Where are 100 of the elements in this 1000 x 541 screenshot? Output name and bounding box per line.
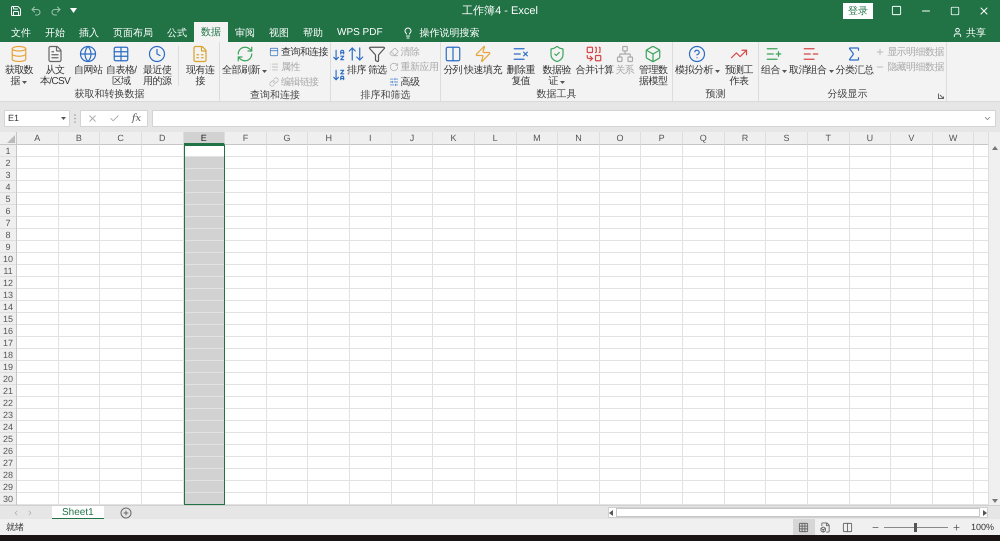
column-header[interactable]: U — [850, 132, 892, 146]
ribbon-button[interactable]: 排序 — [346, 44, 367, 77]
row-header[interactable]: 3 — [0, 169, 16, 182]
row-header[interactable]: 5 — [0, 193, 16, 206]
ribbon-button[interactable]: 最近使用的源 — [139, 44, 176, 88]
column-header[interactable]: Q — [683, 132, 725, 146]
ribbon-tab[interactable]: 帮助 — [296, 24, 330, 42]
formula-input[interactable] — [152, 110, 996, 127]
column-header[interactable]: G — [266, 132, 308, 146]
row-header[interactable]: 22 — [0, 397, 16, 410]
zoom-thumb[interactable] — [914, 522, 918, 532]
column-header[interactable]: E — [184, 132, 226, 146]
ribbon-tab[interactable]: 页面布局 — [106, 24, 160, 42]
column-header[interactable]: T — [808, 132, 850, 146]
column-header[interactable]: P — [641, 132, 683, 146]
ribbon-tab[interactable]: 审阅 — [228, 24, 262, 42]
row-header[interactable]: 13 — [0, 289, 16, 302]
active-cell[interactable] — [184, 145, 224, 156]
ribbon-button[interactable]: 组合 — [760, 44, 788, 77]
customize-caret-icon[interactable] — [70, 8, 77, 14]
row-header[interactable]: 20 — [0, 373, 16, 386]
ribbon-tab[interactable]: 数据 — [194, 22, 228, 42]
view-button[interactable] — [792, 519, 815, 536]
zoom-in-icon[interactable] — [952, 522, 961, 532]
ribbon-tab[interactable]: 开始 — [38, 24, 72, 42]
horizontal-scrollbar[interactable] — [608, 507, 988, 518]
row-header[interactable]: 2 — [0, 157, 16, 170]
ribbon-button[interactable]: 分类汇总 — [834, 44, 874, 77]
ribbon-tab[interactable]: 文件 — [4, 24, 38, 42]
row-header[interactable]: 14 — [0, 301, 16, 314]
row-header[interactable]: 19 — [0, 361, 16, 374]
column-header[interactable]: D — [142, 132, 184, 146]
column-header[interactable]: L — [474, 132, 516, 146]
scroll-up-icon[interactable] — [992, 146, 998, 150]
row-header[interactable]: 25 — [0, 433, 16, 446]
ribbon-button[interactable]: 模拟分析 — [674, 44, 721, 77]
ribbon-button[interactable]: 预测工作表 — [720, 44, 757, 88]
column-header[interactable]: A — [17, 132, 59, 146]
sheet-tab[interactable]: Sheet1 — [52, 506, 104, 520]
ribbon-button[interactable]: 从文本/CSV — [37, 44, 73, 88]
row-header[interactable]: 29 — [0, 481, 16, 494]
ribbon-button[interactable]: 获取数据 — [1, 44, 37, 88]
ribbon-button[interactable]: 快速填充 — [463, 44, 503, 77]
row-header[interactable]: 9 — [0, 241, 16, 254]
row-header[interactable]: 18 — [0, 349, 16, 362]
row-header[interactable]: 6 — [0, 205, 16, 218]
column-header[interactable]: I — [350, 132, 392, 146]
ribbon-button[interactable]: 查询和连接 — [268, 44, 330, 59]
ribbon-tab[interactable]: 视图 — [262, 24, 296, 42]
ribbon-button[interactable]: 删除重复值 — [502, 44, 539, 88]
column-header[interactable]: S — [766, 132, 808, 146]
ribbon-button[interactable]: 管理数据模型 — [635, 44, 672, 88]
row-header[interactable]: 4 — [0, 181, 16, 194]
row-header[interactable]: 27 — [0, 457, 16, 470]
scroll-right-icon[interactable] — [983, 510, 987, 516]
column-header[interactable]: O — [600, 132, 642, 146]
ribbon-button[interactable]: 现有连接 — [182, 44, 218, 88]
close-icon[interactable] — [978, 4, 990, 17]
undo-icon[interactable] — [30, 4, 42, 17]
ribbon-tab[interactable]: WPS PDF — [330, 24, 390, 42]
sign-in-button[interactable]: 登录 — [843, 2, 873, 19]
row-header[interactable]: 8 — [0, 229, 16, 242]
row-header[interactable]: 17 — [0, 337, 16, 350]
column-header[interactable]: R — [724, 132, 766, 146]
row-header[interactable]: 28 — [0, 469, 16, 482]
add-sheet-icon[interactable] — [120, 506, 132, 519]
column-header[interactable]: V — [891, 132, 933, 146]
column-header[interactable]: N — [558, 132, 600, 146]
column-header[interactable]: H — [308, 132, 350, 146]
row-header[interactable]: 26 — [0, 445, 16, 458]
column-header[interactable]: M — [516, 132, 558, 146]
column-header[interactable]: J — [392, 132, 434, 146]
vertical-scrollbar[interactable] — [988, 132, 1000, 506]
row-header[interactable]: 1 — [0, 145, 16, 158]
dialog-launcher-icon[interactable] — [938, 93, 944, 100]
column-header[interactable]: W — [932, 132, 974, 146]
row-header[interactable]: 12 — [0, 277, 16, 290]
column-header[interactable]: K — [433, 132, 475, 146]
row-header[interactable]: 10 — [0, 253, 16, 266]
tell-me-search[interactable]: 操作说明搜索 — [398, 24, 484, 42]
row-header[interactable]: 11 — [0, 265, 16, 278]
ribbon-display-icon[interactable] — [891, 5, 902, 16]
row-header[interactable]: 15 — [0, 313, 16, 326]
scroll-left-icon[interactable] — [609, 510, 613, 516]
ribbon-button[interactable]: 自表格/区域 — [103, 44, 140, 88]
save-icon[interactable] — [10, 4, 22, 17]
row-header[interactable]: 7 — [0, 217, 16, 230]
ribbon-button[interactable]: 全部刷新 — [221, 44, 268, 77]
zoom-level[interactable]: 100% — [970, 522, 994, 532]
sort-ascending-icon[interactable] — [332, 48, 346, 62]
row-header[interactable]: 21 — [0, 385, 16, 398]
name-box[interactable]: E1 — [4, 110, 70, 127]
row-header[interactable]: 24 — [0, 421, 16, 434]
column-header[interactable]: F — [225, 132, 267, 146]
restore-icon[interactable] — [950, 6, 960, 16]
ribbon-button[interactable]: 取消组合 — [788, 44, 835, 77]
ribbon-button[interactable]: 合并计算 — [574, 44, 614, 77]
ribbon-button[interactable]: 高级 — [388, 74, 440, 89]
column-header[interactable]: C — [100, 132, 142, 146]
insert-function-button[interactable]: fx — [132, 112, 142, 124]
